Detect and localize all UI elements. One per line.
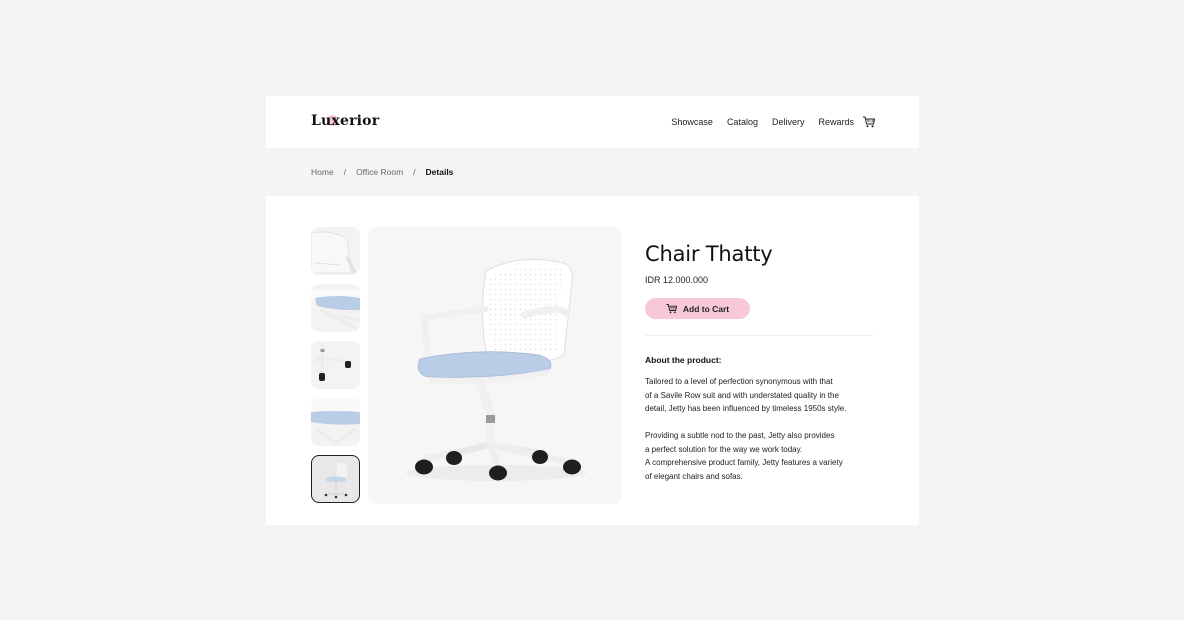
about-heading: About the product: (645, 355, 722, 365)
cart-icon (666, 304, 678, 314)
page-card: Luxerior Showcase Catalog Delivery Rewar… (266, 96, 919, 525)
nav-item-showcase[interactable]: Showcase (671, 117, 713, 127)
breadcrumb-current: Details (425, 167, 454, 177)
add-to-cart-label: Add to Cart (682, 303, 730, 314)
product-info: Chair Thatty IDR 12.000.000 Add to Cart … (645, 242, 873, 483)
site-header: Luxerior Showcase Catalog Delivery Rewar… (266, 96, 919, 148)
nav-item-catalog[interactable]: Catalog (727, 117, 758, 127)
breadcrumb: Home / Office Room / Details (311, 167, 453, 177)
nav-item-delivery[interactable]: Delivery (772, 117, 805, 127)
product-title: Chair Thatty (645, 242, 773, 266)
breadcrumb-bar: Home / Office Room / Details (266, 148, 919, 196)
product-price: IDR 12.000.000 (645, 275, 709, 285)
divider (645, 335, 873, 336)
breadcrumb-home[interactable]: Home (311, 167, 334, 177)
add-to-cart-button[interactable]: Add to Cart (645, 298, 750, 319)
breadcrumb-separator: / (343, 167, 347, 177)
description-paragraph: Tailored to a level of perfection synony… (645, 377, 847, 413)
cart-icon[interactable] (862, 115, 876, 129)
thumbnail-full-view[interactable] (311, 455, 360, 503)
brand-logo[interactable]: Luxerior (311, 113, 379, 129)
main-nav: Showcase Catalog Delivery Rewards (657, 115, 876, 129)
chair-illustration (406, 258, 586, 481)
thumbnail-base[interactable] (311, 341, 360, 389)
breadcrumb-separator: / (413, 167, 416, 177)
thumbnail-backrest[interactable] (311, 227, 360, 275)
thumbnail-seat[interactable] (311, 284, 360, 332)
breadcrumb-office-room[interactable]: Office Room (356, 167, 403, 177)
product-main-image (368, 227, 622, 504)
thumbnail-list (311, 227, 360, 512)
description-paragraph: Providing a subtle nod to the past, Jett… (645, 431, 843, 481)
nav-item-rewards[interactable]: Rewards (818, 117, 854, 127)
thumbnail-seat-closeup[interactable] (311, 398, 360, 446)
